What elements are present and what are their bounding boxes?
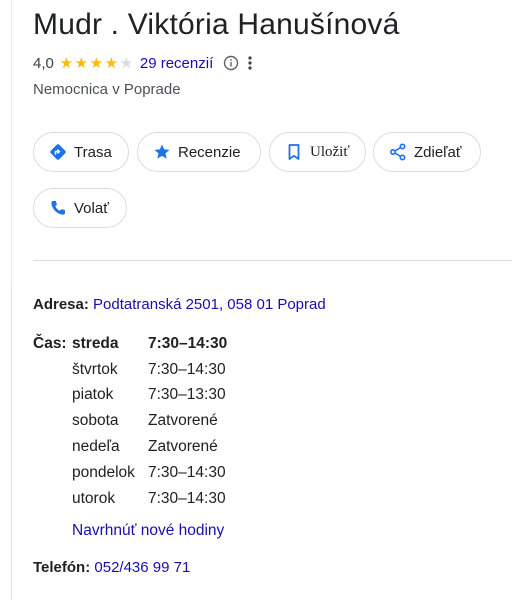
route-button-label: Trasa [74, 143, 112, 161]
star-icon: ★ [59, 54, 74, 72]
place-category: Nemocnica v Poprade [33, 81, 181, 98]
hours-day: sobota [72, 412, 119, 430]
panel-left-border [11, 0, 12, 286]
share-button[interactable]: Zdieľať [373, 132, 481, 172]
phone-icon [48, 198, 68, 218]
bookmark-icon [284, 142, 304, 162]
opening-hours: Čas: streda 7:30–14:30 štvrtok 7:30–14:30 pia… [33, 331, 227, 512]
rating-row: 4,0 ★ ★ ★ ★ ★ 29 recenzií [33, 53, 253, 73]
hours-row: pondelok 7:30–14:30 [33, 460, 227, 486]
hours-time: 7:30–14:30 [148, 463, 226, 481]
hours-time: Zatvorené [148, 412, 218, 430]
call-button-label: Volať [74, 199, 109, 217]
hours-day: nedeľa [72, 438, 120, 456]
star-icon: ★ [104, 54, 119, 72]
star-icon: ★ [119, 54, 134, 72]
hours-time: Zatvorené [148, 438, 218, 456]
hours-row: piatok 7:30–13:30 [33, 383, 227, 409]
more-vertical-icon[interactable] [247, 55, 253, 71]
address-label: Adresa: [33, 296, 89, 313]
reviews-button[interactable]: Recenzie [137, 132, 261, 172]
address-row: Adresa: Podtatranská 2501, 058 01 Poprad [33, 296, 326, 313]
hours-row: sobota Zatvorené [33, 408, 227, 434]
reviews-button-label: Recenzie [178, 143, 241, 161]
share-button-label: Zdieľať [414, 143, 462, 161]
phone-label: Telefón: [33, 559, 91, 576]
hours-label: Čas: [33, 334, 67, 352]
rating-stars: ★ ★ ★ ★ ★ [59, 56, 134, 71]
save-button[interactable]: Uložiť [269, 132, 366, 172]
star-icon: ★ [74, 54, 89, 72]
suggest-new-hours-link[interactable]: Navrhnúť nové hodiny [72, 522, 224, 540]
directions-diamond-icon [48, 142, 68, 162]
share-icon [388, 142, 408, 162]
hours-row: nedeľa Zatvorené [33, 434, 227, 460]
hours-spacer [33, 383, 72, 409]
hours-spacer [33, 486, 72, 512]
hours-day: štvrtok [72, 360, 118, 378]
hours-time: 7:30–14:30 [148, 489, 226, 507]
hours-spacer [33, 460, 72, 486]
route-button[interactable]: Trasa [33, 132, 129, 172]
save-button-label: Uložiť [310, 143, 350, 160]
hours-time: 7:30–14:30 [148, 360, 226, 378]
hours-spacer [33, 408, 72, 434]
hours-spacer [33, 357, 72, 383]
rating-value: 4,0 [33, 54, 54, 72]
hours-day: pondelok [72, 463, 135, 481]
hours-time: 7:30–14:30 [148, 334, 228, 352]
hours-row: štvrtok 7:30–14:30 [33, 357, 227, 383]
section-divider [33, 260, 512, 261]
star-icon: ★ [89, 54, 104, 72]
hours-spacer [33, 434, 72, 460]
address-link[interactable]: Podtatranská 2501, 058 01 Poprad [93, 296, 326, 313]
hours-table: Čas: streda 7:30–14:30 štvrtok 7:30–14:30 pia… [33, 331, 227, 512]
place-title: Mudr . Viktória Hanušínová [33, 8, 400, 41]
hours-row: utorok 7:30–14:30 [33, 486, 227, 512]
info-icon[interactable] [223, 55, 239, 71]
hours-time: 7:30–13:30 [148, 386, 226, 404]
phone-link[interactable]: 052/436 99 71 [94, 559, 190, 576]
hours-day: utorok [72, 489, 116, 507]
panel-left-border-lower [11, 286, 12, 600]
hours-row: Čas: streda 7:30–14:30 [33, 331, 227, 357]
star-icon [152, 142, 172, 162]
phone-row: Telefón: 052/436 99 71 [33, 559, 190, 576]
reviews-count-link[interactable]: 29 recenzií [140, 55, 213, 72]
hours-day: streda [72, 334, 119, 352]
hours-day: piatok [72, 386, 114, 404]
call-button[interactable]: Volať [33, 188, 127, 228]
